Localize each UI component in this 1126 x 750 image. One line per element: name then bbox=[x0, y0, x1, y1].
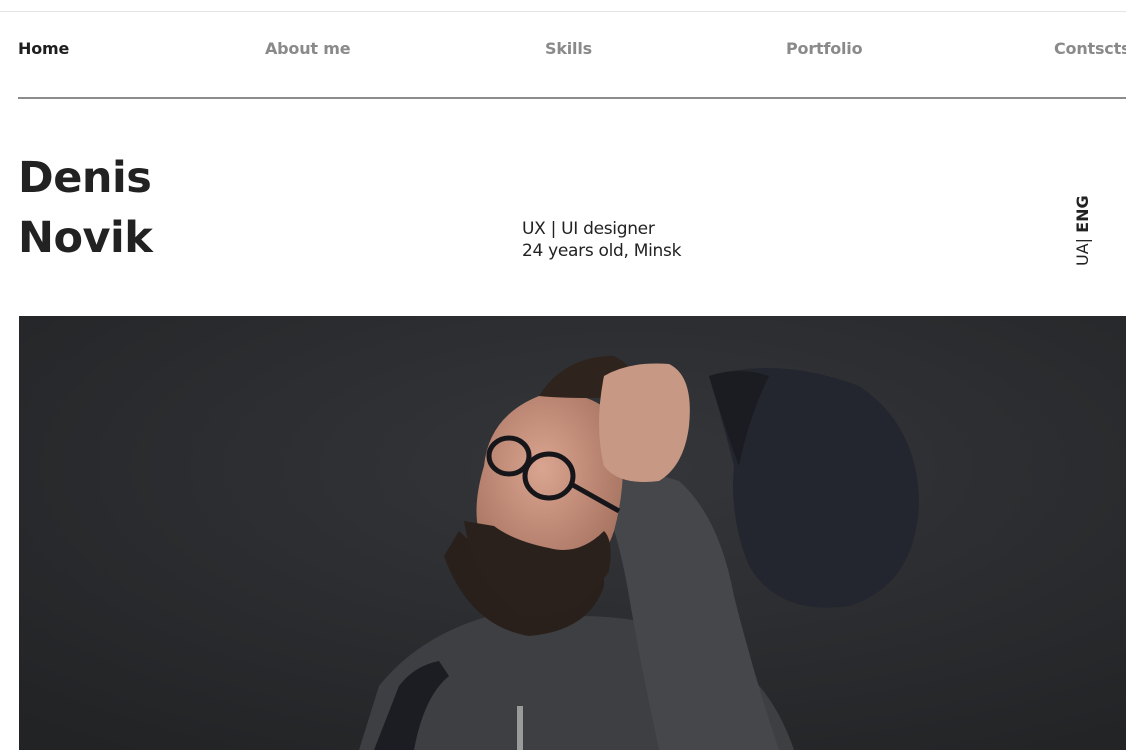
age-location-text: 24 years old, Minsk bbox=[522, 241, 682, 261]
portrait-illustration bbox=[19, 316, 1126, 750]
bio: UX | UI designer 24 years old, Minsk bbox=[522, 218, 681, 262]
nav-divider bbox=[18, 97, 1126, 99]
language-switcher: UA| ENG bbox=[1073, 195, 1093, 266]
main-nav: Home About me Skills Portfolio Contscts bbox=[0, 0, 1126, 98]
last-name: Novik bbox=[18, 213, 153, 263]
nav-item-home[interactable]: Home bbox=[18, 39, 69, 58]
nav-item-contacts[interactable]: Contscts bbox=[1054, 39, 1126, 58]
lang-ua[interactable]: UA| bbox=[1073, 238, 1092, 266]
role-text: UX | UI designer bbox=[522, 219, 655, 239]
first-name: Denis bbox=[18, 153, 152, 203]
nav-item-about-me[interactable]: About me bbox=[265, 39, 351, 58]
nav-item-skills[interactable]: Skills bbox=[545, 39, 592, 58]
lang-eng[interactable]: ENG bbox=[1073, 195, 1092, 232]
nav-item-portfolio[interactable]: Portfolio bbox=[786, 39, 863, 58]
portrait-photo bbox=[19, 316, 1126, 750]
page-title: Denis Novik bbox=[18, 148, 153, 268]
